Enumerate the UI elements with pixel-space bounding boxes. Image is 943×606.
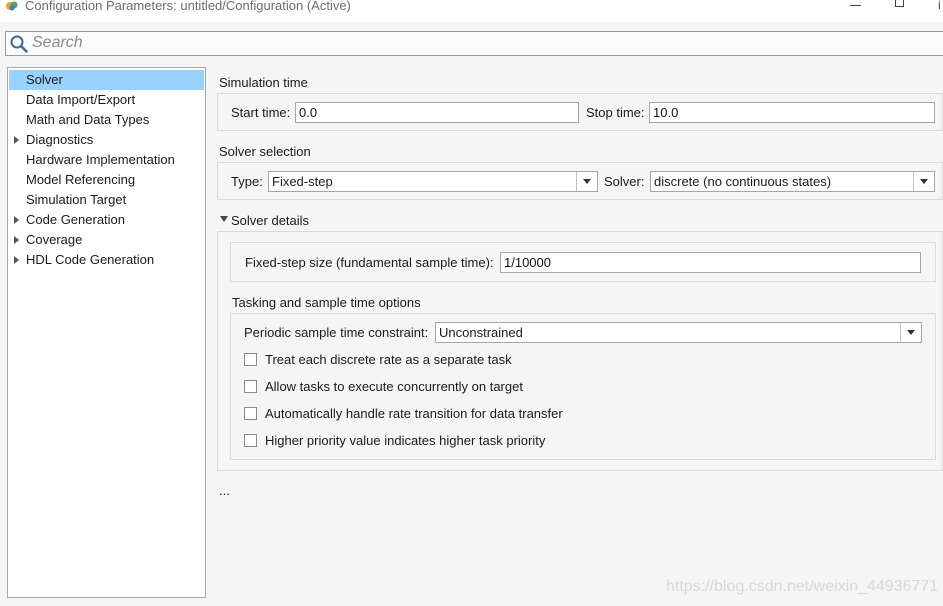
chevron-down-icon[interactable]: [900, 323, 921, 342]
close-button[interactable]: i: [938, 0, 941, 12]
checkbox-label: Automatically handle rate transition for…: [265, 406, 563, 421]
category-tree: Solver Data Import/Export Math and Data …: [7, 67, 206, 598]
minimize-button[interactable]: [848, 0, 864, 10]
sample-time-constraint-value: Unconstrained: [439, 325, 523, 340]
more-options-ellipsis[interactable]: ...: [219, 483, 230, 498]
tree-item-label: Diagnostics: [26, 132, 94, 147]
collapse-arrow-icon[interactable]: [220, 216, 228, 222]
tree-item-label: Solver: [26, 72, 63, 87]
expand-arrow-icon[interactable]: [14, 236, 19, 244]
sample-time-constraint-dropdown[interactable]: Unconstrained: [435, 322, 922, 343]
checkbox-label: Allow tasks to execute concurrently on t…: [265, 379, 523, 394]
tree-item-label: Code Generation: [26, 212, 126, 227]
tree-item-label: Math and Data Types: [26, 112, 150, 127]
tree-item-code-generation[interactable]: Code Generation: [9, 210, 204, 230]
tree-item-label: HDL Code Generation: [26, 252, 155, 267]
tree-item-coverage[interactable]: Coverage: [9, 230, 204, 250]
tree-item-label: Coverage: [26, 232, 83, 247]
solver-type-value: Fixed-step: [272, 174, 333, 189]
simulink-app-icon: [6, 1, 18, 11]
tree-item-model-referencing[interactable]: Model Referencing: [9, 170, 204, 190]
concurrent-tasks-checkbox[interactable]: [244, 380, 257, 393]
tree-item-simulation-target[interactable]: Simulation Target: [9, 190, 204, 210]
tree-item-hdl-code-generation[interactable]: HDL Code Generation: [9, 250, 204, 270]
start-time-label: Start time:: [231, 105, 291, 120]
tree-item-diagnostics[interactable]: Diagnostics: [9, 130, 204, 150]
checkbox-label: Higher priority value indicates higher t…: [265, 433, 546, 448]
tree-item-data-import-export[interactable]: Data Import/Export: [9, 90, 204, 110]
chevron-down-icon[interactable]: [576, 172, 597, 191]
separate-task-checkbox[interactable]: [244, 353, 257, 366]
solver-label: Solver:: [604, 174, 645, 189]
tree-item-hardware-implementation[interactable]: Hardware Implementation: [9, 150, 204, 170]
solver-type-dropdown[interactable]: Fixed-step: [268, 171, 598, 192]
rate-transition-checkbox[interactable]: [244, 407, 257, 420]
search-icon: [10, 35, 28, 53]
solver-value: discrete (no continuous states): [654, 174, 832, 189]
solver-dropdown[interactable]: discrete (no continuous states): [650, 171, 935, 192]
tree-item-solver[interactable]: Solver: [9, 70, 204, 90]
maximize-button[interactable]: [894, 0, 906, 9]
chevron-down-icon[interactable]: [913, 172, 934, 191]
tasking-heading: Tasking and sample time options: [232, 295, 421, 310]
stop-time-label: Stop time:: [586, 105, 645, 120]
start-time-input[interactable]: [295, 102, 579, 123]
task-priority-checkbox[interactable]: [244, 434, 257, 447]
solver-type-label: Type:: [231, 174, 263, 189]
fixed-step-size-input[interactable]: [500, 252, 921, 273]
expand-arrow-icon[interactable]: [14, 216, 19, 224]
expand-arrow-icon[interactable]: [14, 136, 19, 144]
tree-item-math-and-data-types[interactable]: Math and Data Types: [9, 110, 204, 130]
tree-item-label: Model Referencing: [26, 172, 136, 187]
tree-item-label: Data Import/Export: [26, 92, 136, 107]
fixed-step-size-label: Fixed-step size (fundamental sample time…: [245, 255, 494, 270]
watermark-text: https://blog.csdn.net/weixin_44936771: [666, 578, 939, 595]
search-input[interactable]: [32, 32, 912, 54]
solver-details-heading[interactable]: Solver details: [231, 213, 309, 228]
sample-time-constraint-label: Periodic sample time constraint:: [244, 325, 429, 340]
solver-selection-heading: Solver selection: [219, 144, 311, 159]
checkbox-label: Treat each discrete rate as a separate t…: [265, 352, 512, 367]
expand-arrow-icon[interactable]: [14, 256, 19, 264]
tree-item-label: Simulation Target: [26, 192, 127, 207]
stop-time-input[interactable]: [649, 102, 935, 123]
tree-item-label: Hardware Implementation: [26, 152, 175, 167]
simulation-time-heading: Simulation time: [219, 75, 308, 90]
window-title: Configuration Parameters: untitled/Confi…: [25, 0, 351, 13]
